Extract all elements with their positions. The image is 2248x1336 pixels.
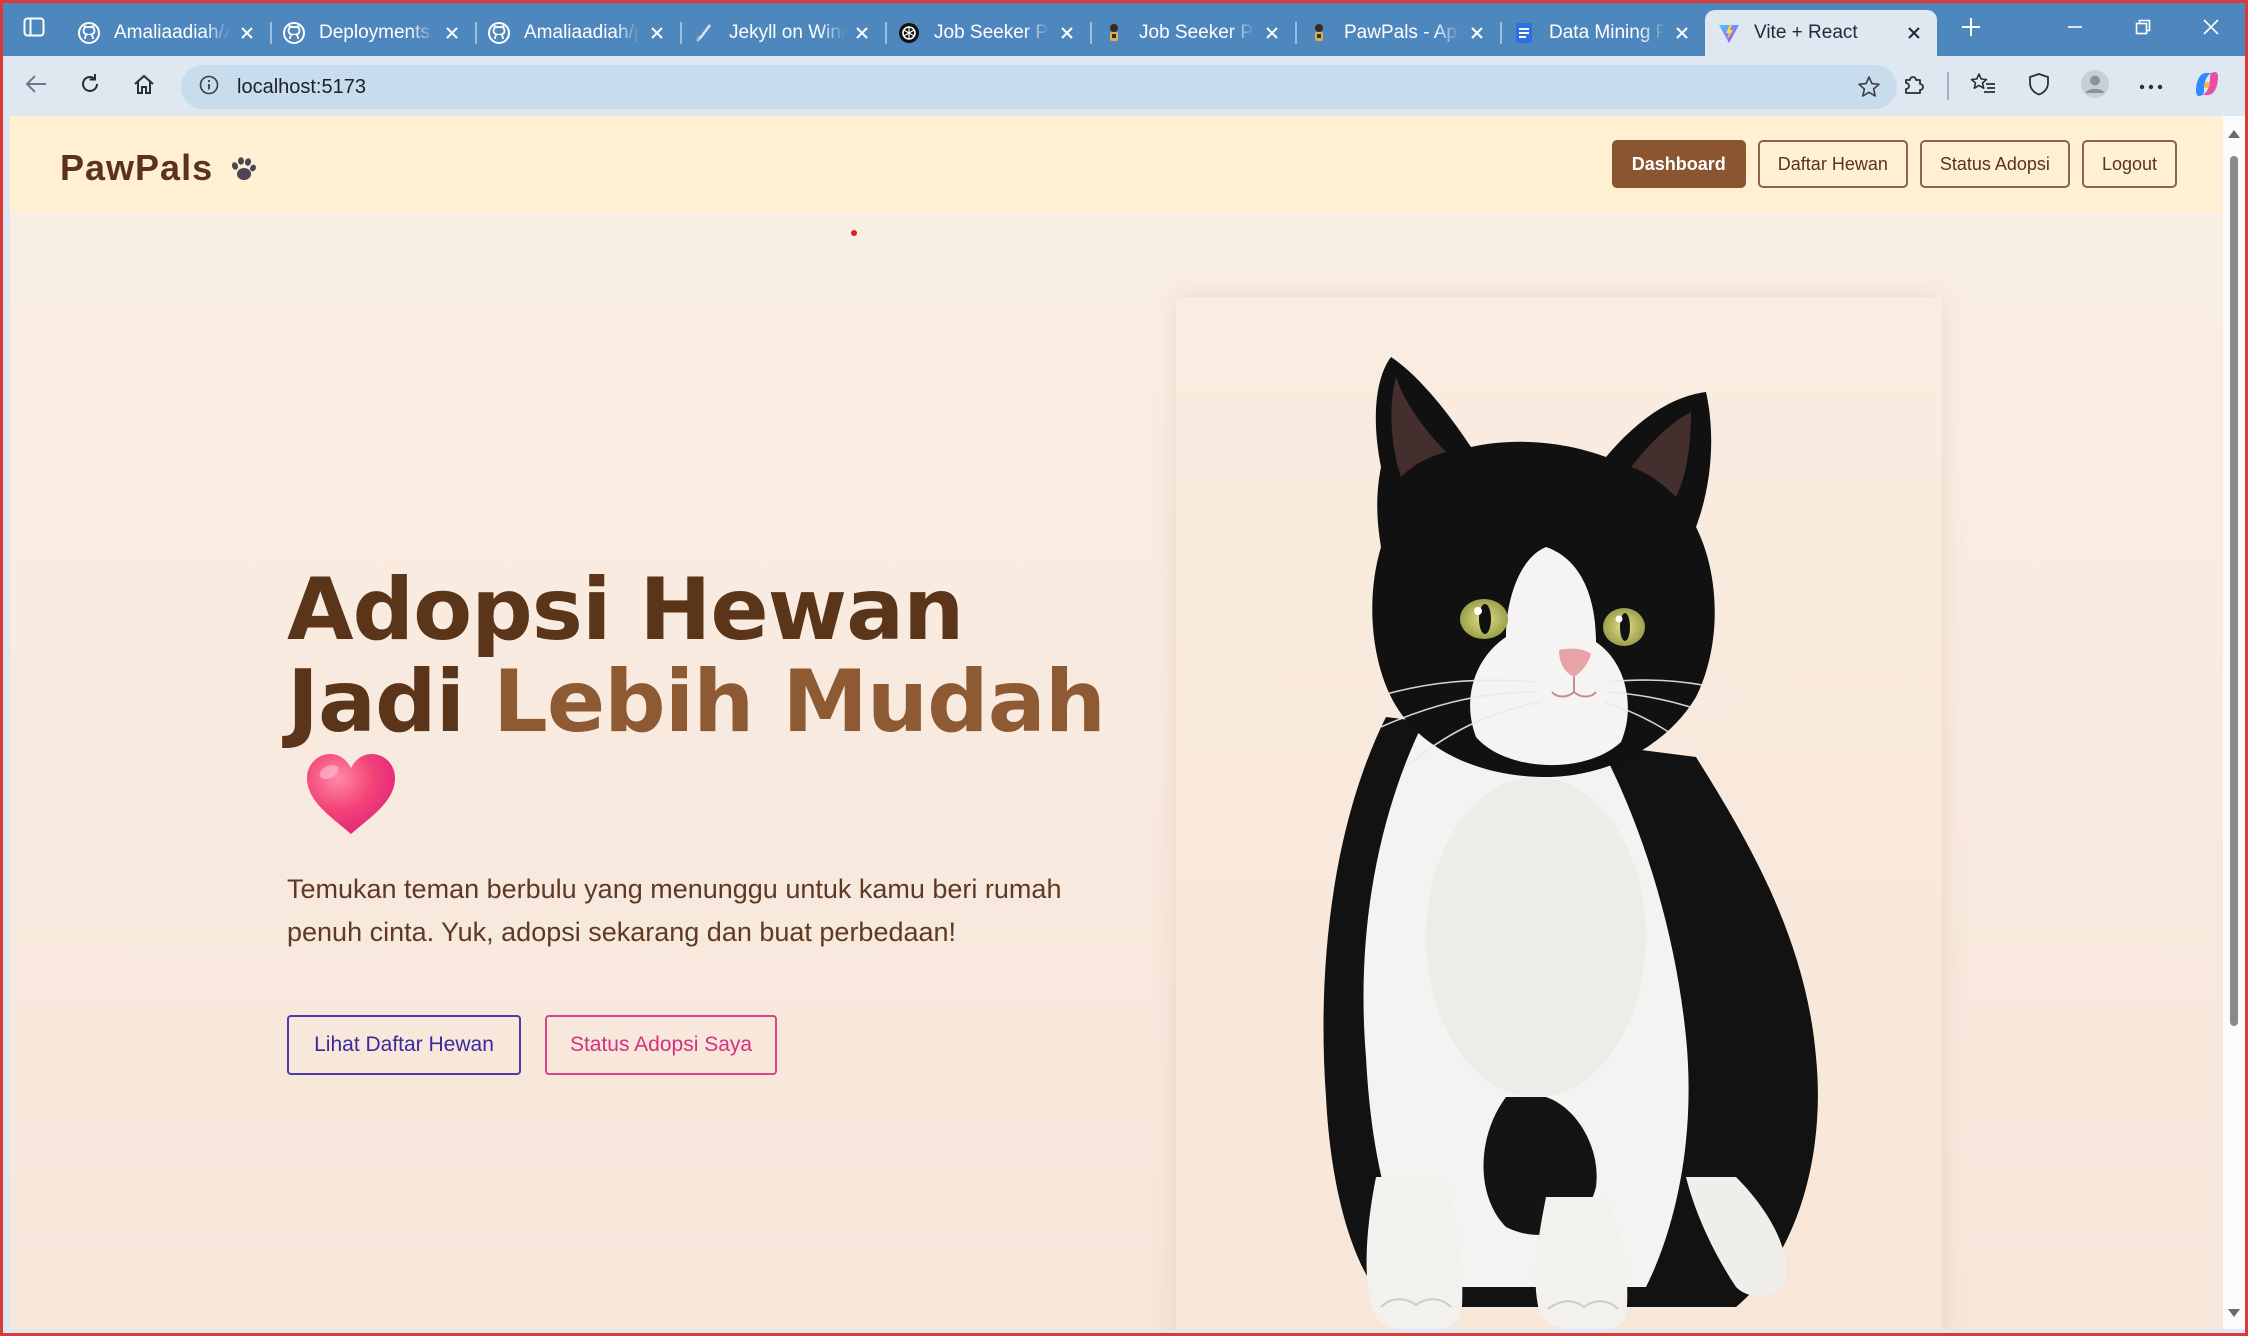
my-adoption-status-button[interactable]: Status Adopsi Saya: [545, 1015, 777, 1075]
favorite-star-icon[interactable]: [1857, 75, 1881, 104]
hero-title: Adopsi Hewan Jadi Lebih Mudah: [287, 564, 1107, 748]
favorites-button[interactable]: [1955, 61, 2011, 111]
hero-subtitle: Temukan teman berbulu yang menunggu untu…: [287, 874, 1062, 947]
close-tab-icon[interactable]: [1056, 22, 1078, 44]
new-tab-button[interactable]: [1945, 3, 1997, 56]
nav-daftar-hewan-button[interactable]: Daftar Hewan: [1757, 140, 1908, 188]
reload-icon: [79, 73, 101, 100]
hero-image-card: [1176, 297, 1942, 1329]
close-icon: [2203, 19, 2219, 40]
avatar-icon: [2080, 69, 2110, 104]
restore-button[interactable]: [2109, 3, 2177, 56]
home-icon: [133, 73, 155, 100]
pen-icon: [692, 21, 716, 45]
close-tab-icon[interactable]: [1903, 22, 1925, 44]
tab-5[interactable]: Job Seeker Platform: [1090, 10, 1295, 56]
github-icon: [77, 21, 101, 45]
tab-6[interactable]: PawPals - Aplikasi: [1295, 10, 1500, 56]
scrollbar-thumb[interactable]: [2230, 156, 2238, 1026]
close-tab-icon[interactable]: [1466, 22, 1488, 44]
browser-essentials-button[interactable]: [2011, 61, 2067, 111]
profile-button[interactable]: [2067, 61, 2123, 111]
vite-icon: [1717, 21, 1741, 45]
view-pet-list-button[interactable]: Lihat Daftar Hewan: [287, 1015, 521, 1075]
toolbar-separator: [1947, 72, 1949, 100]
brand-name: PawPals: [60, 147, 214, 188]
hero-title-line1: Adopsi Hewan: [287, 560, 964, 660]
tab-7[interactable]: Data Mining Project: [1500, 10, 1705, 56]
brand-logo[interactable]: PawPals: [60, 144, 257, 192]
page-viewport: PawPals Dashboard Daftar Hewan Status Ad…: [10, 116, 2223, 1329]
tab-title: Deployments · Amaliaadiah: [319, 22, 435, 43]
cursor-dot: [851, 230, 857, 236]
address-bar[interactable]: localhost:5173: [181, 65, 1897, 109]
close-tab-icon[interactable]: [851, 22, 873, 44]
tab-2[interactable]: Amaliaadiah/pawpals: [475, 10, 680, 56]
nav-status-adopsi-button[interactable]: Status Adopsi: [1919, 140, 2070, 188]
top-navbar: PawPals Dashboard Daftar Hewan Status Ad…: [10, 116, 2223, 213]
scroll-down-arrow-icon[interactable]: [2228, 1309, 2240, 1317]
nav-dashboard-button[interactable]: Dashboard: [1611, 140, 1746, 188]
close-tab-icon[interactable]: [1261, 22, 1283, 44]
tab-title: Amaliaadiah/Adopsi: [114, 22, 230, 43]
docs-icon: [1512, 21, 1536, 45]
tab-title: Amaliaadiah/pawpals: [524, 22, 640, 43]
vertical-scrollbar[interactable]: [2223, 116, 2245, 1329]
tab-title: Jekyll on Windows: [729, 22, 845, 43]
close-window-button[interactable]: [2177, 3, 2245, 56]
browser-toolbar: localhost:5173: [3, 56, 2245, 116]
close-tab-icon[interactable]: [646, 22, 668, 44]
openai-icon: [897, 21, 921, 45]
close-tab-icon[interactable]: [441, 22, 463, 44]
tab-0[interactable]: Amaliaadiah/Adopsi: [65, 10, 270, 56]
heart-icon: [305, 752, 397, 841]
reload-button[interactable]: [63, 61, 117, 111]
scroll-up-arrow-icon[interactable]: [2228, 130, 2240, 138]
nav-links: Dashboard Daftar Hewan Status Adopsi Log…: [1611, 140, 2177, 188]
tab-4[interactable]: Job Seeker Platform: [885, 10, 1090, 56]
browser-window: Amaliaadiah/Adopsi Deployments · Amaliaa…: [3, 3, 2245, 1333]
tab-title: Job Seeker Platform: [934, 22, 1050, 43]
app-icon: [1307, 21, 1331, 45]
close-tab-icon[interactable]: [236, 22, 258, 44]
close-tab-icon[interactable]: [1671, 22, 1693, 44]
cat-image: [1323, 357, 1818, 1329]
plus-icon: [1961, 17, 1981, 42]
address-url: localhost:5173: [237, 75, 366, 98]
tab-title: Job Seeker Platform: [1139, 22, 1255, 43]
minimize-button[interactable]: [2041, 3, 2109, 56]
tab-title: Vite + React: [1754, 22, 1858, 43]
sidebar-toggle-icon: [23, 17, 45, 42]
paw-icon: [227, 150, 257, 192]
toolbar-right: [1885, 61, 2235, 111]
tab-1[interactable]: Deployments · Amaliaadiah: [270, 10, 475, 56]
tab-actions-button[interactable]: [3, 3, 65, 56]
more-menu-button[interactable]: [2123, 61, 2179, 111]
extensions-button[interactable]: [1885, 61, 1941, 111]
restore-icon: [2135, 19, 2151, 40]
home-button[interactable]: [117, 61, 171, 111]
more-dots-icon: [2139, 77, 2163, 95]
copilot-button[interactable]: [2179, 61, 2235, 111]
minimize-icon: [2067, 19, 2083, 40]
site-info-icon[interactable]: [199, 75, 219, 100]
hero-title-accent: Lebih Mudah: [493, 652, 1106, 752]
nav-logout-button[interactable]: Logout: [2081, 140, 2177, 188]
tab-strip: Amaliaadiah/Adopsi Deployments · Amaliaa…: [3, 3, 2245, 56]
favorites-list-icon: [1970, 72, 1996, 101]
tab-title: Data Mining Project: [1549, 22, 1665, 43]
shield-icon: [2028, 72, 2050, 101]
back-button[interactable]: [9, 61, 63, 111]
hero-title-line2-prefix: Jadi: [287, 652, 494, 752]
window-controls: [2041, 3, 2245, 56]
puzzle-icon: [1901, 72, 1925, 101]
copilot-icon: [2192, 69, 2222, 104]
github-icon: [487, 21, 511, 45]
app-icon: [1102, 21, 1126, 45]
github-icon: [282, 21, 306, 45]
tab-3[interactable]: Jekyll on Windows: [680, 10, 885, 56]
back-arrow-icon: [25, 74, 47, 99]
tab-title: PawPals - Aplikasi: [1344, 22, 1460, 43]
tab-8[interactable]: Vite + React: [1705, 10, 1937, 56]
